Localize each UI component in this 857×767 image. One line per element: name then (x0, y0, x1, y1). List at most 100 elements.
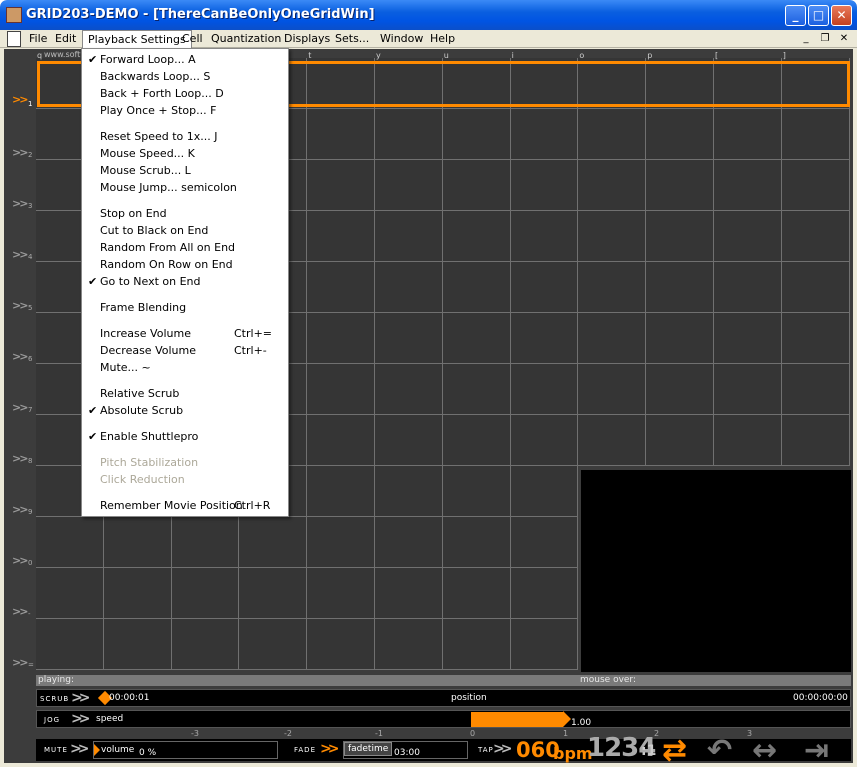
fade-label[interactable]: FADE (294, 746, 316, 754)
menu-displays[interactable]: Displays (279, 30, 335, 48)
grid-cell[interactable] (781, 262, 850, 313)
mute-label[interactable]: MUTE (44, 746, 68, 754)
grid-cell[interactable] (442, 262, 511, 313)
grid-cell[interactable] (307, 466, 375, 517)
grid-cell[interactable] (239, 517, 308, 568)
grid-cell[interactable] (239, 619, 308, 670)
grid-cell[interactable] (578, 211, 647, 262)
grid-cell[interactable] (714, 262, 782, 313)
grid-cell[interactable] (307, 211, 375, 262)
menu-item-play-once-stop-f[interactable]: Play Once + Stop... F (84, 102, 286, 119)
grid-cell[interactable] (781, 364, 850, 415)
grid-cell[interactable] (171, 517, 240, 568)
grid-cell[interactable] (646, 364, 714, 415)
grid-cell[interactable] (442, 568, 511, 619)
grid-cell[interactable] (714, 415, 782, 466)
grid-cell[interactable] (510, 109, 579, 160)
grid-cell[interactable] (307, 313, 375, 364)
volume-slider[interactable]: volume 0 % (93, 741, 278, 759)
grid-cell[interactable] (103, 517, 172, 568)
grid-cell[interactable] (578, 364, 647, 415)
grid-cell[interactable] (375, 262, 443, 313)
grid-cell[interactable] (578, 313, 647, 364)
menu-item-remember-movie-position[interactable]: Remember Movie Position Ctrl+R (84, 497, 286, 514)
grid-cell[interactable] (578, 109, 647, 160)
minimize-button[interactable]: _ (785, 5, 806, 26)
menu-item-relative-scrub[interactable]: Relative Scrub (84, 385, 286, 402)
grid-cell[interactable] (442, 415, 511, 466)
menu-item-increase-volume[interactable]: Increase Volume Ctrl+= (84, 325, 286, 342)
menu-sets[interactable]: Sets... (330, 30, 374, 48)
grid-cell[interactable] (36, 619, 104, 670)
menu-item-random-from-all-on-end[interactable]: Random From All on End (84, 239, 286, 256)
grid-cell[interactable] (714, 364, 782, 415)
grid-cell[interactable] (646, 415, 714, 466)
grid-cell[interactable] (442, 109, 511, 160)
title-bar[interactable]: GRID203-DEMO - [ThereCanBeOnlyOneGridWin… (0, 0, 857, 30)
fadetime-field[interactable]: fadetime 03:00 (343, 741, 468, 759)
grid-cell[interactable] (510, 262, 579, 313)
grid-cell[interactable] (442, 619, 511, 670)
grid-cell[interactable] (442, 517, 511, 568)
grid-cell[interactable] (375, 466, 443, 517)
menu-item-backwards-loop-s[interactable]: Backwards Loop... S (84, 68, 286, 85)
play-once-icon[interactable]: ⇥ (804, 736, 829, 766)
grid-cell[interactable] (375, 313, 443, 364)
grid-cell[interactable] (442, 466, 511, 517)
grid-cell[interactable] (510, 568, 579, 619)
menu-item-back-forth-loop-d[interactable]: Back + Forth Loop... D (84, 85, 286, 102)
maximize-button[interactable]: □ (808, 5, 829, 26)
menu-item-absolute-scrub[interactable]: ✔ Absolute Scrub (84, 402, 286, 419)
menu-item-mouse-scrub-l[interactable]: Mouse Scrub... L (84, 162, 286, 179)
mdi-minimize-button[interactable]: _ (798, 32, 814, 46)
grid-cell[interactable] (714, 313, 782, 364)
menu-item-mute[interactable]: Mute... ~ (84, 359, 286, 376)
grid-cell[interactable] (375, 364, 443, 415)
menu-item-forward-loop-a[interactable]: ✔ Forward Loop... A (84, 51, 286, 68)
grid-cell[interactable] (375, 109, 443, 160)
grid-cell[interactable] (781, 109, 850, 160)
menu-item-reset-speed-to-1x-j[interactable]: Reset Speed to 1x... J (84, 128, 286, 145)
grid-cell[interactable] (307, 262, 375, 313)
grid-cell[interactable] (578, 262, 647, 313)
grid-cell[interactable] (442, 211, 511, 262)
grid-cell[interactable] (307, 517, 375, 568)
grid-cell[interactable] (375, 619, 443, 670)
grid-cell[interactable] (307, 364, 375, 415)
menu-item-mouse-jump-semicolon[interactable]: Mouse Jump... semicolon (84, 179, 286, 196)
grid-cell[interactable] (239, 568, 308, 619)
grid-cell[interactable] (510, 160, 579, 211)
grid-cell[interactable] (171, 619, 240, 670)
grid-cell[interactable] (781, 313, 850, 364)
grid-cell[interactable] (442, 364, 511, 415)
grid-cell[interactable] (442, 160, 511, 211)
grid-cell[interactable] (375, 160, 443, 211)
mdi-close-button[interactable]: ✕ (836, 32, 852, 46)
jog-bar[interactable]: JOG >> speed 1.00 (36, 710, 851, 728)
grid-cell[interactable] (375, 568, 443, 619)
grid-cell[interactable] (781, 160, 850, 211)
grid-cell[interactable] (36, 517, 104, 568)
grid-cell[interactable] (510, 619, 579, 670)
menu-item-stop-on-end[interactable]: Stop on End (84, 205, 286, 222)
grid-cell[interactable] (714, 109, 782, 160)
grid-cell[interactable] (714, 160, 782, 211)
menu-cell[interactable]: Cell (177, 30, 208, 48)
menu-item-frame-blending[interactable]: Frame Blending (84, 299, 286, 316)
back-forth-loop-icon[interactable]: ↔ (752, 736, 777, 766)
menu-file[interactable]: File (24, 30, 52, 48)
grid-cell[interactable] (781, 415, 850, 466)
grid-cell[interactable] (307, 160, 375, 211)
grid-cell[interactable] (307, 568, 375, 619)
grid-cell[interactable] (510, 466, 579, 517)
menu-item-cut-to-black-on-end[interactable]: Cut to Black on End (84, 222, 286, 239)
grid-cell[interactable] (646, 160, 714, 211)
grid-cell[interactable] (646, 109, 714, 160)
menu-quantization[interactable]: Quantization (206, 30, 286, 48)
grid-cell[interactable] (578, 415, 647, 466)
menu-help[interactable]: Help (425, 30, 460, 48)
grid-cell[interactable] (646, 313, 714, 364)
grid-cell[interactable] (171, 568, 240, 619)
grid-cell[interactable] (646, 211, 714, 262)
menu-window[interactable]: Window (375, 30, 428, 48)
